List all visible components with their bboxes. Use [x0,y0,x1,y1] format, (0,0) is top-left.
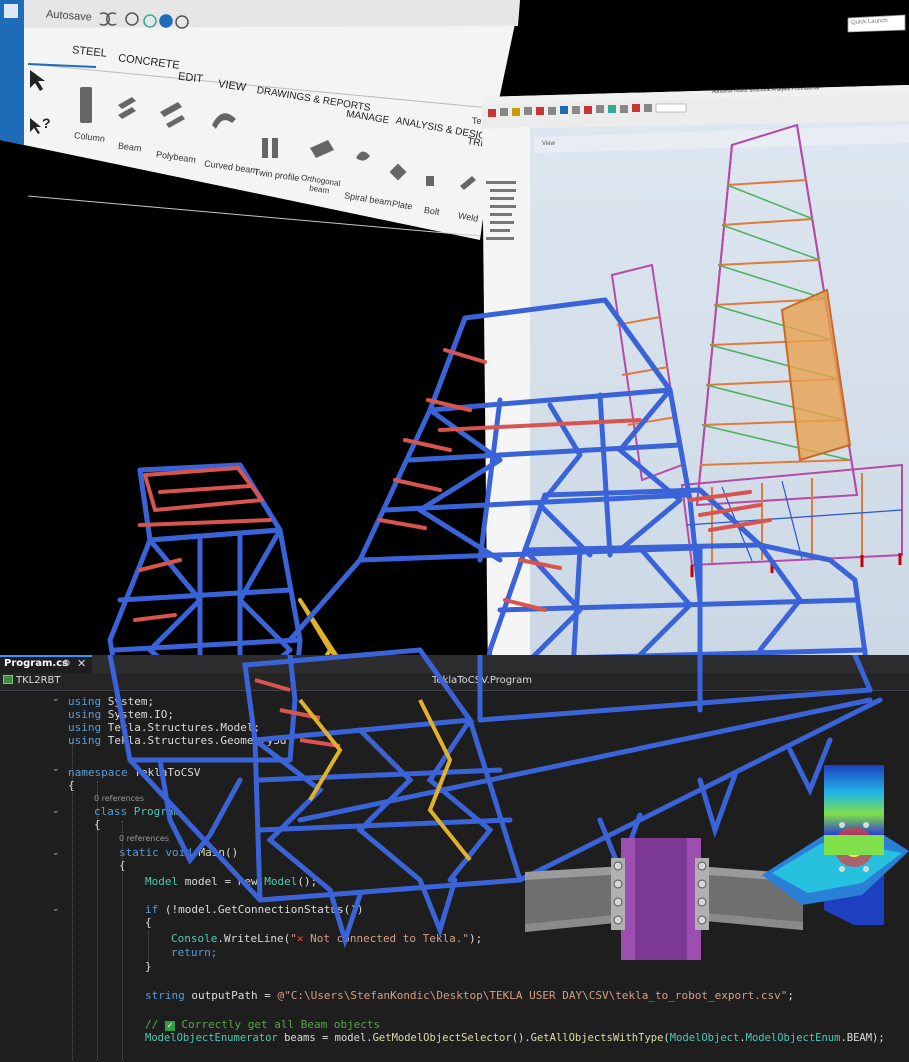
fea-stress-result-image [762,765,909,925]
